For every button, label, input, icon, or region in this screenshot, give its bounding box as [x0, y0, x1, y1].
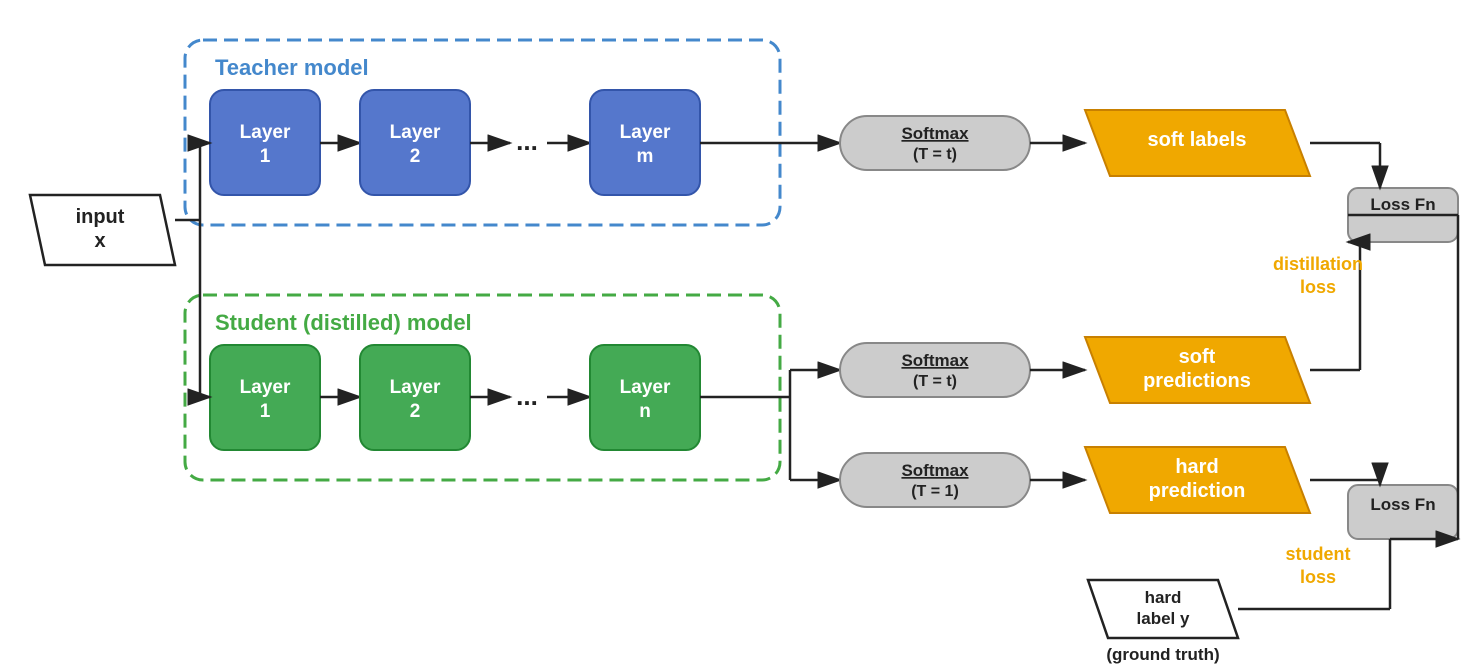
- svg-text:hard: hard: [1145, 588, 1182, 607]
- svg-text:2: 2: [410, 146, 421, 167]
- svg-text:Layer: Layer: [240, 122, 291, 143]
- svg-text:1: 1: [260, 401, 271, 422]
- svg-text:Softmax: Softmax: [901, 351, 969, 370]
- svg-text:Layer: Layer: [390, 122, 441, 143]
- teacher-dots: ...: [516, 126, 538, 156]
- svg-text:Softmax: Softmax: [901, 124, 969, 143]
- input-box: input x: [30, 195, 175, 265]
- distillation-loss-label: distillation: [1273, 254, 1363, 274]
- distillation-loss-label2: loss: [1300, 277, 1336, 297]
- svg-text:m: m: [637, 146, 654, 167]
- svg-text:Loss Fn: Loss Fn: [1370, 195, 1435, 214]
- teacher-model-label: Teacher model: [215, 55, 369, 80]
- svg-text:soft labels: soft labels: [1148, 129, 1247, 151]
- student-loss-label: student: [1286, 544, 1351, 564]
- svg-text:Layer: Layer: [620, 122, 671, 143]
- svg-text:Softmax: Softmax: [901, 461, 969, 480]
- student-dots: ...: [516, 381, 538, 411]
- svg-text:label y: label y: [1137, 609, 1190, 628]
- svg-text:(T = 1): (T = 1): [911, 483, 959, 500]
- svg-text:hard: hard: [1175, 456, 1218, 478]
- diagram-canvas: input x Teacher model Layer 1 Layer 2 ..…: [0, 0, 1482, 670]
- student-model-label: Student (distilled) model: [215, 310, 472, 335]
- svg-text:(T = t): (T = t): [913, 373, 957, 390]
- student-loss-label2: loss: [1300, 567, 1336, 587]
- svg-text:soft: soft: [1179, 346, 1216, 368]
- svg-text:n: n: [639, 401, 651, 422]
- svg-text:2: 2: [410, 401, 421, 422]
- svg-text:input: input: [76, 206, 125, 228]
- svg-text:Layer: Layer: [240, 377, 291, 398]
- svg-text:1: 1: [260, 146, 271, 167]
- svg-text:x: x: [94, 230, 105, 252]
- svg-text:predictions: predictions: [1143, 370, 1251, 392]
- ground-truth-label: (ground truth): [1106, 645, 1219, 664]
- svg-text:prediction: prediction: [1149, 480, 1246, 502]
- svg-text:(T = t): (T = t): [913, 146, 957, 163]
- svg-text:Layer: Layer: [390, 377, 441, 398]
- svg-text:Loss Fn: Loss Fn: [1370, 495, 1435, 514]
- svg-text:Layer: Layer: [620, 377, 671, 398]
